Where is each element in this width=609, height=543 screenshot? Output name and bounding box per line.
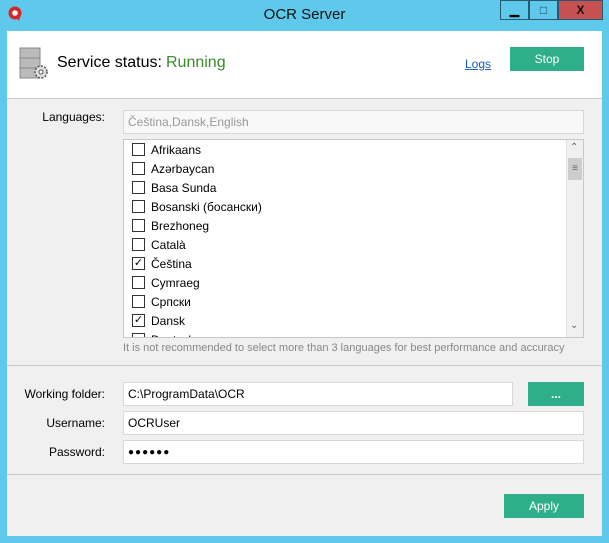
- minimize-button[interactable]: ▁: [500, 0, 529, 20]
- service-header: Service status: Running Logs Stop: [7, 31, 602, 99]
- language-item[interactable]: ✓ Dansk: [132, 311, 185, 330]
- password-input[interactable]: ●●●●●●: [123, 440, 584, 464]
- language-item[interactable]: Cymraeg: [132, 273, 200, 292]
- checkbox[interactable]: [132, 143, 145, 156]
- language-name: Azərbaycan: [151, 162, 214, 176]
- checkbox[interactable]: [132, 162, 145, 175]
- language-name: Basa Sunda: [151, 181, 216, 195]
- language-item[interactable]: Brezhoneg: [132, 216, 209, 235]
- close-button[interactable]: X: [558, 0, 603, 20]
- checkbox[interactable]: [132, 333, 145, 338]
- stop-button[interactable]: Stop: [510, 47, 584, 71]
- languages-label: Languages:: [5, 110, 105, 124]
- browse-button[interactable]: ...: [528, 382, 584, 406]
- language-name: Dansk: [151, 314, 185, 328]
- language-name: Čeština: [151, 257, 192, 271]
- languages-list[interactable]: Afrikaans Azərbaycan Basa Sunda Bosanski (б…: [123, 139, 584, 338]
- languages-field: Čeština,Dansk,English: [123, 110, 584, 134]
- checkbox[interactable]: [132, 238, 145, 251]
- language-name: Brezhoneg: [151, 219, 209, 233]
- checkbox[interactable]: [132, 181, 145, 194]
- scrollbar[interactable]: ⌃ ≡ ⌄: [566, 140, 583, 337]
- logs-link[interactable]: Logs: [465, 57, 491, 71]
- languages-hint: It is not recommended to select more tha…: [123, 342, 564, 354]
- language-name: Cymraeg: [151, 276, 200, 290]
- checkbox[interactable]: ✓: [132, 314, 145, 327]
- checkbox[interactable]: [132, 295, 145, 308]
- checkbox[interactable]: [132, 200, 145, 213]
- working-folder-label: Working folder:: [5, 387, 105, 401]
- language-item[interactable]: Deutsch: [132, 330, 195, 338]
- status-label: Service status:: [57, 54, 162, 72]
- language-name: Српски: [151, 295, 191, 309]
- language-name: Afrikaans: [151, 143, 201, 157]
- divider: [7, 474, 602, 475]
- language-name: Deutsch: [151, 333, 195, 339]
- working-folder-input[interactable]: C:\ProgramData\OCR: [123, 382, 513, 406]
- apply-button[interactable]: Apply: [504, 494, 584, 518]
- client-area: Service status: Running Logs Stop Langua…: [7, 31, 602, 536]
- language-item[interactable]: Azərbaycan: [132, 159, 214, 178]
- checkbox[interactable]: [132, 276, 145, 289]
- divider: [7, 365, 602, 366]
- scroll-down-icon[interactable]: ⌄: [570, 320, 578, 331]
- language-name: Bosanski (босански): [151, 200, 262, 214]
- username-label: Username:: [5, 416, 105, 430]
- language-item[interactable]: Afrikaans: [132, 140, 201, 159]
- checkbox[interactable]: ✓: [132, 257, 145, 270]
- language-item[interactable]: Bosanski (босански): [132, 197, 262, 216]
- checkbox[interactable]: [132, 219, 145, 232]
- language-item[interactable]: ✓ Čeština: [132, 254, 192, 273]
- maximize-button[interactable]: □: [529, 0, 558, 20]
- language-item[interactable]: Српски: [132, 292, 191, 311]
- language-item[interactable]: Basa Sunda: [132, 178, 216, 197]
- title-bar: OCR Server ▁ □ X: [0, 0, 609, 30]
- status-value: Running: [166, 54, 226, 72]
- scroll-up-icon[interactable]: ⌃: [570, 142, 578, 153]
- language-item[interactable]: Català: [132, 235, 186, 254]
- username-input[interactable]: OCRUser: [123, 411, 584, 435]
- password-label: Password:: [5, 445, 105, 459]
- language-name: Català: [151, 238, 186, 252]
- scroll-thumb[interactable]: ≡: [568, 158, 582, 180]
- server-gear-icon: [19, 47, 49, 81]
